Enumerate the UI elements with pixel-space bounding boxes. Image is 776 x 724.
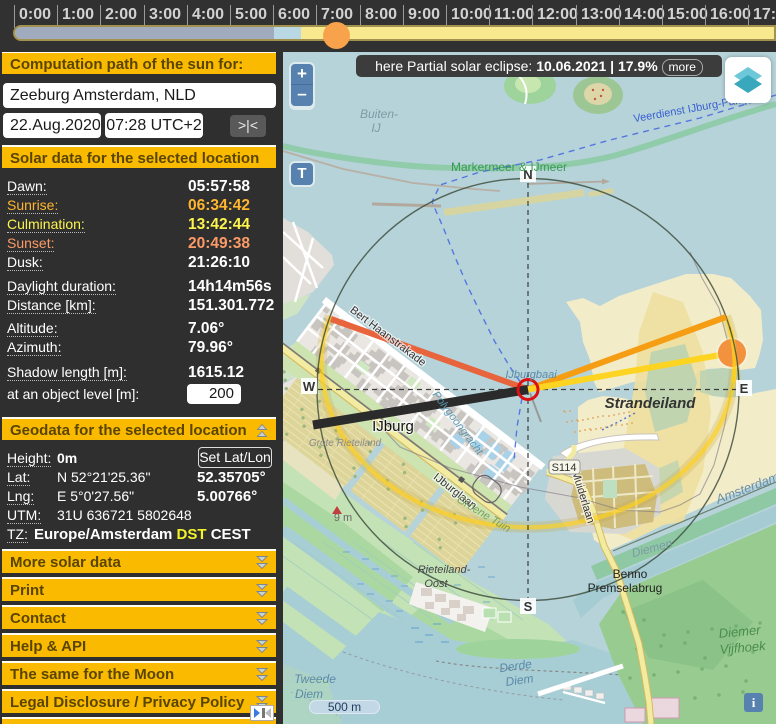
svg-text:IJ: IJ	[371, 121, 381, 135]
svg-text:S: S	[524, 599, 533, 614]
svg-text:IJburg: IJburg	[372, 418, 414, 435]
svg-text:Oost: Oost	[424, 578, 448, 590]
svg-text:Benno: Benno	[613, 567, 648, 581]
svg-text:Buiten-: Buiten-	[360, 107, 398, 121]
svg-text:S114: S114	[552, 462, 577, 474]
svg-text:W: W	[303, 379, 316, 394]
svg-text:E: E	[740, 381, 749, 396]
svg-text:Tweede: Tweede	[294, 672, 336, 686]
svg-text:Rieteiland-: Rieteiland-	[418, 564, 471, 576]
svg-text:Premselabrug: Premselabrug	[588, 581, 663, 595]
svg-text:Diem: Diem	[295, 687, 323, 701]
svg-text:IJburgbaai: IJburgbaai	[505, 369, 557, 381]
svg-text:Markermeer & IJmeer: Markermeer & IJmeer	[451, 160, 567, 174]
svg-text:Grote Rieteiland: Grote Rieteiland	[309, 438, 382, 449]
svg-text:Strandeiland: Strandeiland	[605, 395, 697, 412]
